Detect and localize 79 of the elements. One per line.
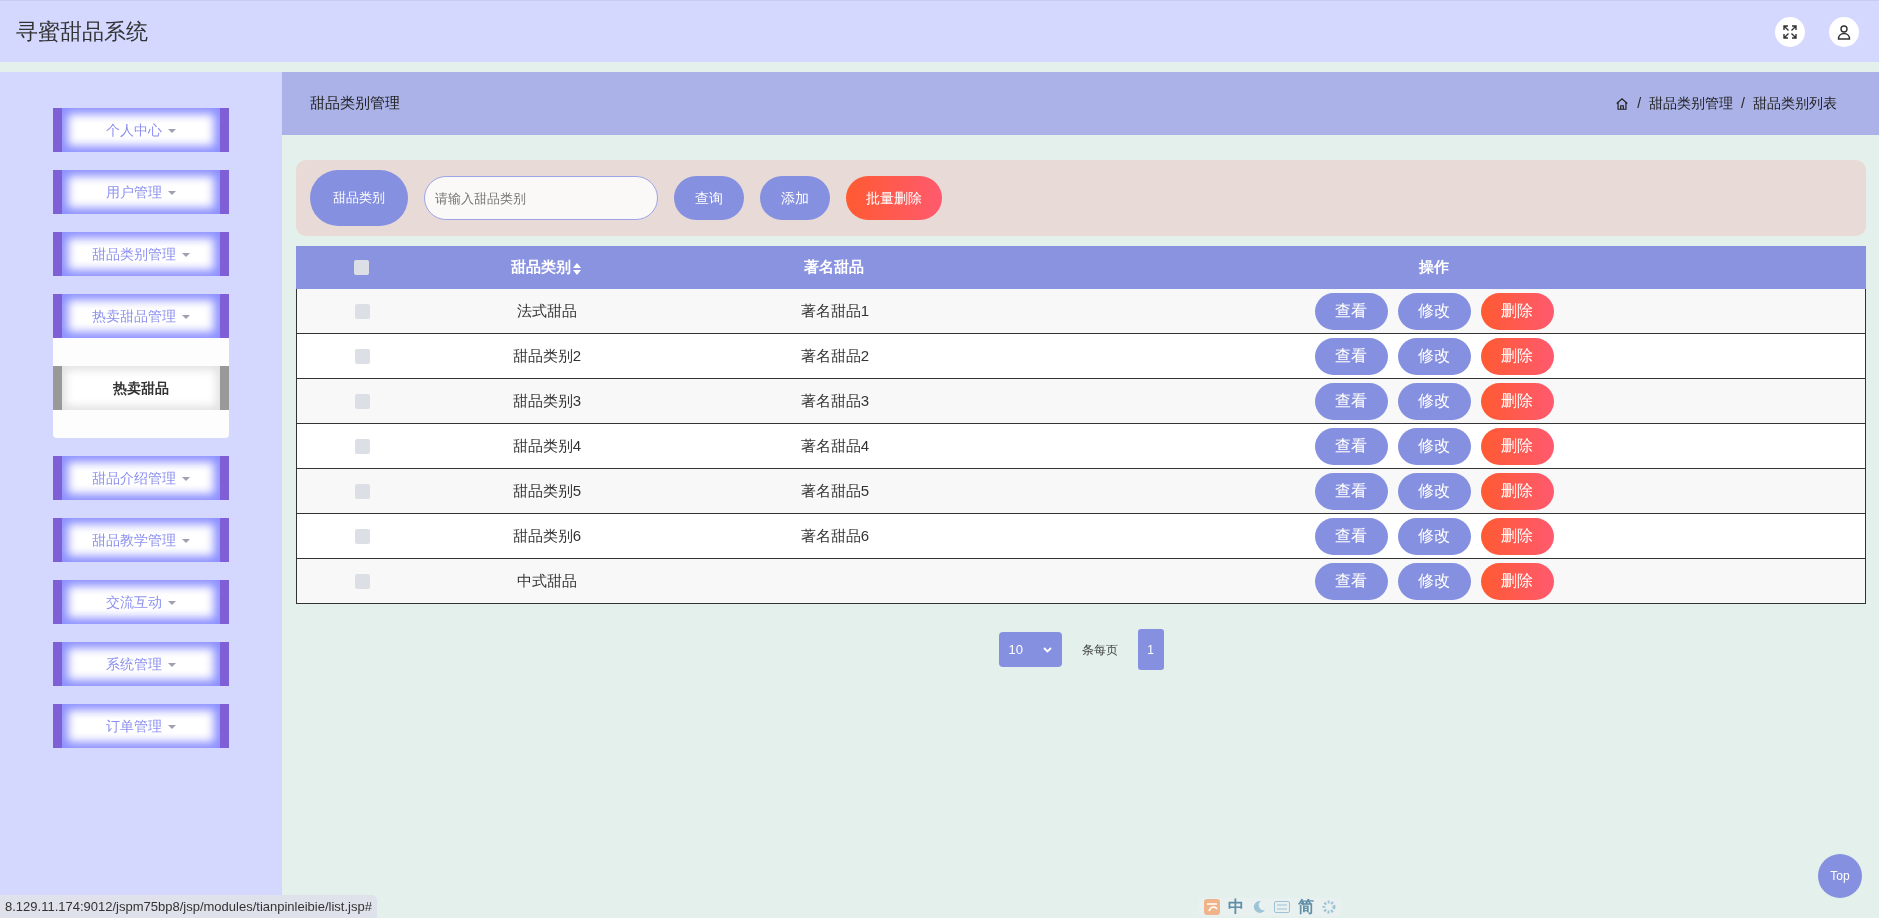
fullscreen-icon[interactable] — [1775, 16, 1805, 47]
row-checkbox[interactable] — [354, 348, 370, 364]
table-cell: 著名甜品3 — [800, 391, 870, 409]
sidebar-menu-item[interactable]: 订单管理 — [53, 704, 229, 748]
row-action-button[interactable]: 查看 — [1314, 562, 1388, 600]
sidebar-menu-item[interactable]: 系统管理 — [53, 642, 229, 686]
row-action-button[interactable]: 删除 — [1480, 427, 1554, 465]
app-title: 寻蜜甜品系统 — [16, 18, 148, 46]
table-cell: 甜品类别5 — [512, 481, 582, 499]
row-action-button[interactable]: 查看 — [1314, 382, 1388, 420]
breadcrumb-separator: / — [1637, 94, 1642, 113]
row-checkbox[interactable] — [354, 483, 370, 499]
table-cell: 中式甜品 — [517, 571, 577, 589]
row-checkbox[interactable] — [354, 303, 370, 319]
sidebar-menu-item[interactable]: 热卖甜品管理 — [53, 294, 229, 338]
status-bar-url: 8.129.11.174:9012/jspm75bp8/jsp/modules/tianpinleibie/list.jsp# — [0, 894, 377, 918]
ime-script-label[interactable]: 简 — [1298, 899, 1314, 915]
page-size-select[interactable]: 10 — [998, 632, 1062, 667]
table-cell: 甜品类别3 — [512, 391, 582, 409]
table-cell: 著名甜品1 — [800, 301, 870, 319]
table-cell: 甜品类别2 — [512, 346, 582, 364]
row-action-button[interactable]: 修改 — [1397, 517, 1471, 555]
row-checkbox[interactable] — [354, 528, 370, 544]
row-action-button[interactable]: 修改 — [1397, 427, 1471, 465]
row-checkbox[interactable] — [354, 393, 370, 409]
breadcrumb-item: 甜品类别列表 — [1753, 94, 1837, 113]
row-checkbox[interactable] — [354, 438, 370, 454]
table-cell: 甜品类别6 — [512, 526, 582, 544]
toolbar-button[interactable]: 添加 — [760, 176, 830, 220]
ime-mode-label[interactable]: 中 — [1228, 899, 1244, 915]
table-cell: 著名甜品4 — [800, 436, 870, 454]
sidebar-menu-item[interactable]: 个人中心 — [53, 108, 229, 152]
toolbar-button[interactable]: 批量删除 — [846, 176, 942, 220]
dropdown-caret-icon — [1042, 646, 1052, 653]
search-label[interactable]: 甜品类别 — [310, 170, 408, 226]
column-header[interactable]: 甜品类别 — [511, 257, 581, 275]
row-action-button[interactable]: 删除 — [1480, 517, 1554, 555]
moon-icon[interactable] — [1252, 900, 1266, 914]
row-action-button[interactable]: 查看 — [1314, 292, 1388, 330]
keyboard-icon[interactable] — [1274, 901, 1290, 913]
page-title: 甜品类别管理 — [310, 93, 400, 114]
breadcrumb-item[interactable]: 甜品类别管理 — [1649, 93, 1734, 114]
select-all-checkbox[interactable] — [353, 260, 369, 275]
row-action-button[interactable]: 修改 — [1397, 382, 1471, 420]
row-checkbox[interactable] — [354, 573, 370, 589]
sidebar-menu-item[interactable]: 甜品教学管理 — [53, 518, 229, 562]
row-action-button[interactable]: 修改 — [1397, 472, 1471, 510]
row-action-button[interactable]: 删除 — [1480, 337, 1554, 375]
table-cell: 著名甜品6 — [800, 526, 870, 544]
user-icon[interactable] — [1829, 16, 1859, 47]
row-action-button[interactable]: 删除 — [1480, 562, 1554, 600]
breadcrumb-separator: / — [1741, 94, 1745, 113]
row-action-button[interactable]: 查看 — [1314, 337, 1388, 375]
row-action-button[interactable]: 删除 — [1480, 472, 1554, 510]
table-cell: 法式甜品 — [517, 301, 577, 319]
back-to-top-button[interactable]: Top — [1818, 854, 1862, 898]
row-action-button[interactable]: 查看 — [1314, 427, 1388, 465]
sidebar-menu-item[interactable]: 甜品介绍管理 — [53, 456, 229, 500]
row-action-button[interactable]: 查看 — [1314, 472, 1388, 510]
table-cell: 著名甜品2 — [800, 346, 870, 364]
row-action-button[interactable]: 修改 — [1397, 337, 1471, 375]
toolbar-button[interactable]: 查询 — [674, 176, 744, 220]
page-button[interactable]: 1 — [1137, 629, 1164, 670]
submenu-item[interactable]: 热卖甜品 — [53, 366, 229, 410]
row-action-button[interactable]: 修改 — [1397, 292, 1471, 330]
row-action-button[interactable]: 删除 — [1480, 292, 1554, 330]
sidebar-menu-item[interactable]: 交流互动 — [53, 580, 229, 624]
column-header: 著名甜品 — [804, 258, 864, 276]
row-action-button[interactable]: 删除 — [1480, 382, 1554, 420]
ime-logo-icon[interactable] — [1204, 899, 1220, 915]
sidebar-menu-item[interactable]: 用户管理 — [53, 170, 229, 214]
sidebar-menu-item[interactable]: 甜品类别管理 — [53, 232, 229, 276]
page-size-label: 条每页 — [1081, 641, 1118, 659]
table-cell: 著名甜品5 — [800, 481, 870, 499]
search-field[interactable]: 请输入甜品类别 — [424, 176, 658, 220]
column-header: 操作 — [1419, 257, 1449, 278]
table-cell: 甜品类别4 — [512, 436, 582, 454]
row-action-button[interactable]: 修改 — [1397, 562, 1471, 600]
row-action-button[interactable]: 查看 — [1314, 517, 1388, 555]
